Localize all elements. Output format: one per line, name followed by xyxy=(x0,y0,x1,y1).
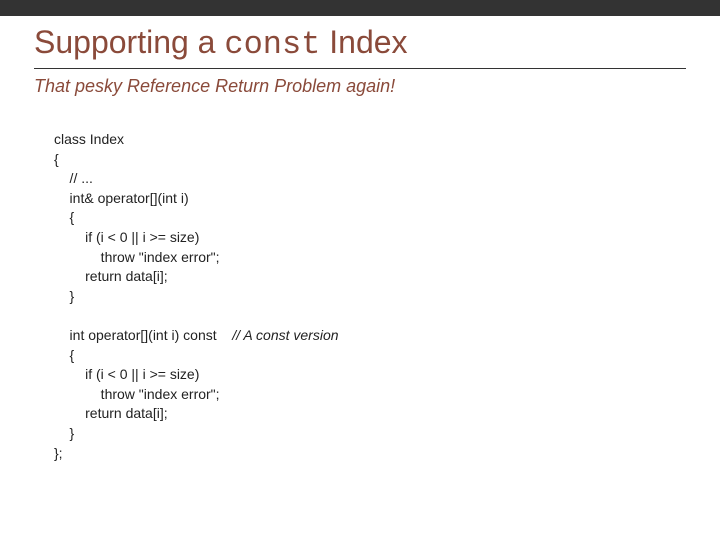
code-line: if (i < 0 || i >= size) xyxy=(54,366,199,382)
slide: Supporting a const Index That pesky Refe… xyxy=(0,0,720,540)
code-line: } xyxy=(54,425,74,441)
code-line: int operator[](int i) const xyxy=(54,327,232,343)
code-line: int& operator[](int i) xyxy=(54,190,189,206)
title-divider xyxy=(34,68,686,69)
code-line: return data[i]; xyxy=(54,268,168,284)
title-post: Index xyxy=(320,24,407,60)
code-line: { xyxy=(54,209,74,225)
title-mono: const xyxy=(224,26,320,63)
code-line: }; xyxy=(54,445,63,461)
code-line: throw "index error"; xyxy=(54,249,220,265)
code-line: if (i < 0 || i >= size) xyxy=(54,229,199,245)
code-line: class Index xyxy=(54,131,124,147)
code-line: { xyxy=(54,151,59,167)
code-line: throw "index error"; xyxy=(54,386,220,402)
code-line: // ... xyxy=(54,170,93,186)
top-bar xyxy=(0,0,720,16)
code-block: class Index { // ... int& operator[](int… xyxy=(54,130,339,463)
code-line: { xyxy=(54,347,74,363)
slide-title: Supporting a const Index xyxy=(34,24,408,63)
title-pre: Supporting a xyxy=(34,24,224,60)
code-line: return data[i]; xyxy=(54,405,168,421)
code-comment: // A const version xyxy=(232,327,338,343)
code-line: } xyxy=(54,288,74,304)
slide-subtitle: That pesky Reference Return Problem agai… xyxy=(34,76,395,97)
